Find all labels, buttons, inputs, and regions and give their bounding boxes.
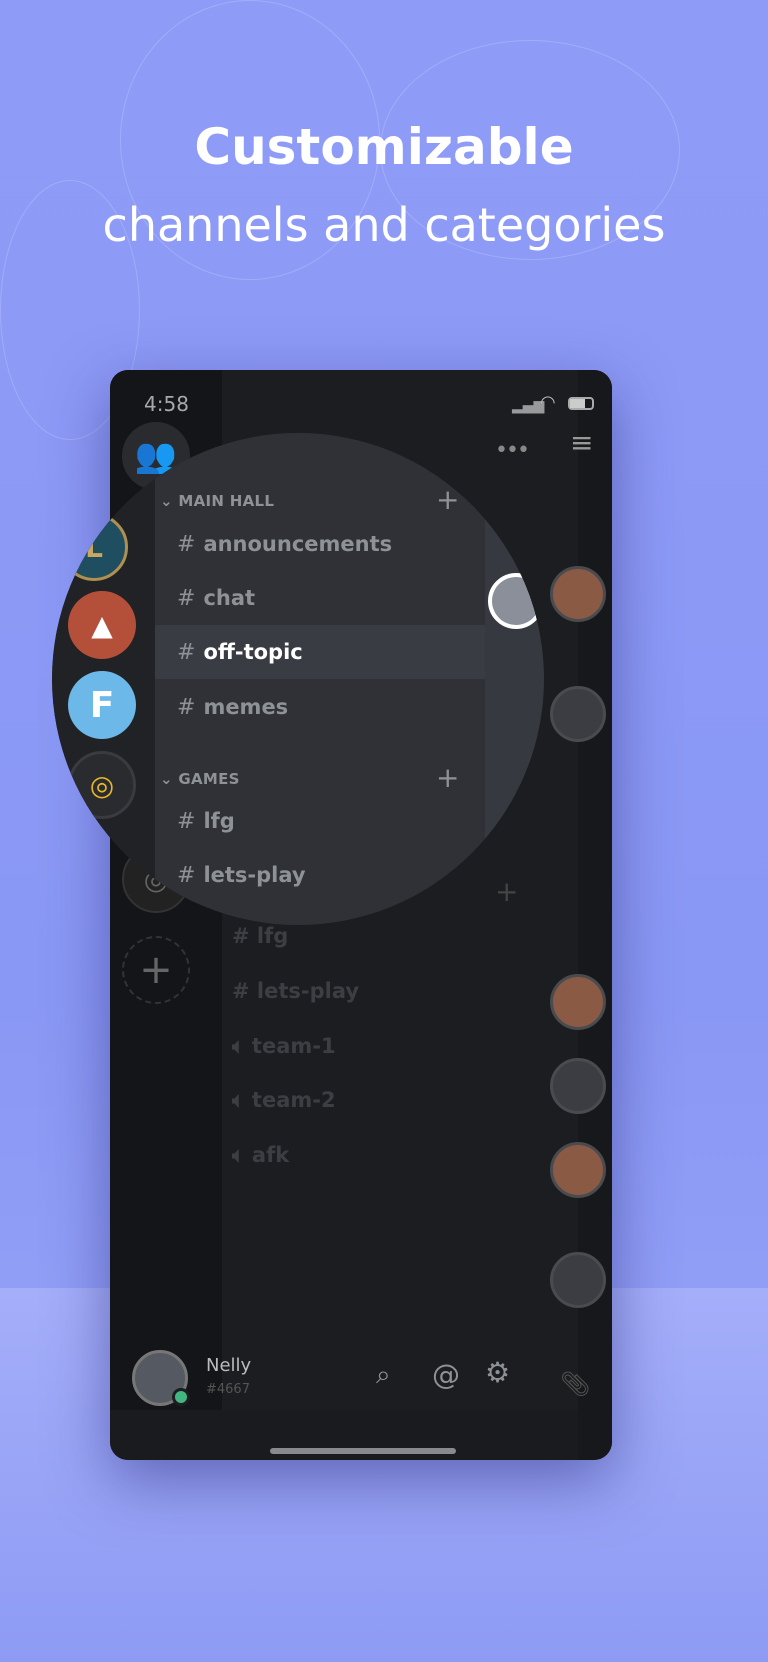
more-options-icon[interactable]: •••	[495, 438, 530, 463]
add-channel-icon[interactable]: +	[495, 875, 518, 908]
channel-off-topic[interactable]: # off-topic	[155, 625, 485, 679]
add-channel-icon[interactable]: +	[436, 761, 459, 794]
username: Nelly	[206, 1355, 252, 1376]
home-indicator	[270, 1448, 456, 1454]
channel-memes[interactable]: # memes	[155, 680, 485, 734]
member-avatar-bear[interactable]	[550, 1142, 606, 1198]
channel-item[interactable]: # lfg	[232, 924, 288, 948]
member-avatar-cat[interactable]	[550, 1252, 606, 1308]
channel-chat[interactable]: # chat	[155, 571, 485, 625]
member-avatar-cat[interactable]	[550, 686, 606, 742]
speaker-icon: 🔈︎	[232, 1034, 245, 1058]
search-icon[interactable]: ⌕	[376, 1360, 391, 1391]
attachment-icon[interactable]: 📎︎	[560, 1370, 590, 1398]
settings-gear-icon[interactable]: ⚙	[485, 1356, 510, 1389]
plus-icon: +	[139, 947, 173, 993]
server-apex-legends[interactable]: ▲	[68, 591, 136, 659]
battery-icon	[568, 397, 594, 410]
channel-item[interactable]: # lets-play	[232, 979, 359, 1003]
headline-title: Customizable	[194, 118, 574, 176]
add-server-button[interactable]: +	[122, 936, 190, 1004]
headline-subtitle: channels and categories	[102, 198, 666, 252]
user-tag: #4667	[206, 1382, 250, 1397]
voice-channel-item[interactable]: 🔈︎ team-1	[232, 1034, 336, 1059]
member-avatar-cat[interactable]	[550, 1058, 606, 1114]
mentions-icon[interactable]: @	[432, 1358, 460, 1391]
magnifier-lens: L ▲ F ◎ ⌄ MAIN HALL + # announcements # ch…	[52, 433, 544, 925]
server-fortnite[interactable]: F	[68, 671, 136, 739]
online-status-indicator	[172, 1388, 190, 1406]
category-header-games[interactable]: ⌄ GAMES	[160, 770, 240, 788]
member-avatar-bear[interactable]	[550, 974, 606, 1030]
status-time: 4:58	[144, 392, 189, 416]
channel-lfg[interactable]: # lfg	[155, 794, 485, 848]
voice-channel-item[interactable]: 🔈︎ team-2	[232, 1088, 336, 1113]
category-header-main-hall[interactable]: ⌄ MAIN HALL	[160, 492, 274, 510]
speaker-icon: 🔈︎	[232, 1143, 245, 1167]
channel-announcements[interactable]: # announcements	[155, 517, 485, 571]
hamburger-menu-icon[interactable]: ≡	[570, 426, 593, 459]
server-overwatch[interactable]: ◎	[68, 751, 136, 819]
wifi-icon: ◠	[540, 392, 556, 413]
server-league-of-legends[interactable]: L	[60, 513, 128, 581]
speaker-icon: 🔈︎	[232, 1088, 245, 1112]
voice-channel-item[interactable]: 🔈︎ afk	[232, 1143, 289, 1168]
member-avatar-bear[interactable]	[550, 566, 606, 622]
